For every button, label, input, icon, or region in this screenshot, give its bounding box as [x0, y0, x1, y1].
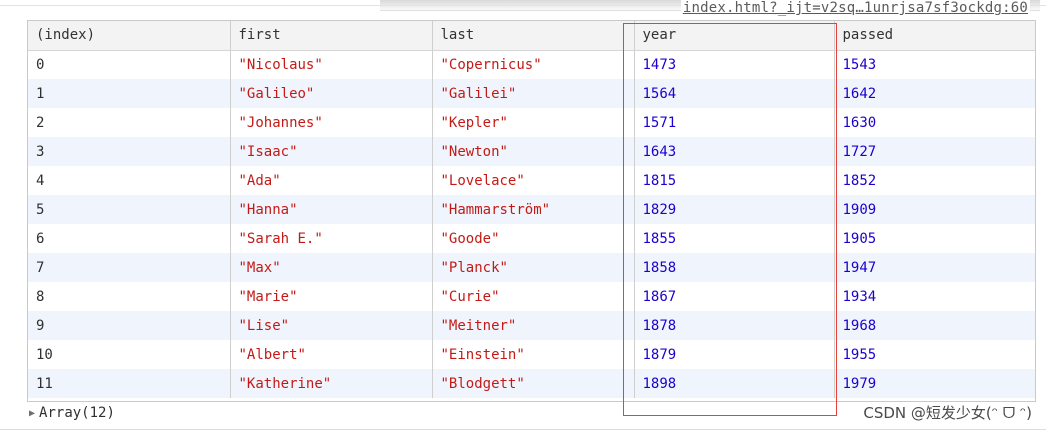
csdn-watermark: CSDN @短发少女(ᵔ ᗜ ᵔ)	[863, 404, 1032, 422]
cell-index: 8	[36, 288, 45, 305]
cell-first: "Johannes"	[229, 108, 432, 137]
table-row: 9 "Lise" "Meitner" 1878 1968	[28, 311, 1035, 340]
cell-passed: 1909	[833, 195, 1035, 224]
cell-index: 6	[36, 230, 45, 247]
cell-year: 1858	[633, 253, 834, 282]
cell-first: "Max"	[229, 253, 432, 282]
table-row: 5 "Hanna" "Hammarström" 1829 1909	[28, 195, 1035, 224]
cell-last: "Hammarström"	[431, 195, 634, 224]
cell-index: 11	[28, 369, 230, 398]
cell-index: 0	[36, 56, 45, 73]
cell-passed: 1543	[833, 50, 1035, 79]
table-row: 0 "Nicolaus" "Copernicus" 1473 1543	[28, 50, 1035, 79]
cell-first: "Marie"	[229, 282, 432, 311]
cell-last: "Lovelace"	[431, 166, 634, 195]
cell-last: "Blodgett"	[431, 369, 634, 398]
cell-passed: 1727	[833, 137, 1035, 166]
cell-last: "Curie"	[431, 282, 634, 311]
table-row: 7 "Max" "Planck" 1858 1947	[28, 253, 1035, 282]
column-header-first[interactable]: first	[229, 21, 432, 51]
cell-year: 1815	[633, 166, 834, 195]
cell-last: "Einstein"	[431, 340, 634, 369]
cell-passed: 1905	[833, 224, 1035, 253]
cell-passed: 1968	[833, 311, 1035, 340]
cell-index: 3	[28, 137, 230, 166]
table-header-row: (index) first last year passed	[28, 21, 1035, 51]
source-location-link[interactable]: index.html?_ijt=v2sq…1unrjsa7sf3ockdg:60	[680, 0, 1030, 16]
cell-first: "Isaac"	[229, 137, 432, 166]
cell-last: "Copernicus"	[431, 50, 634, 79]
cell-index: 9	[28, 311, 230, 340]
table-row: 6 "Sarah E." "Goode" 1855 1905	[28, 224, 1035, 253]
cell-last: "Galilei"	[431, 79, 634, 108]
column-header-year[interactable]: year	[633, 21, 834, 51]
cell-year: 1867	[633, 282, 834, 311]
cell-index: 2	[36, 114, 45, 131]
table-row: 1 "Galileo" "Galilei" 1564 1642	[28, 79, 1035, 108]
array-summary-toggle[interactable]: ▶ Array(12)	[29, 405, 115, 421]
cell-first: "Albert"	[229, 340, 432, 369]
cell-passed: 1947	[833, 253, 1035, 282]
cell-first: "Galileo"	[229, 79, 432, 108]
cell-year: 1564	[633, 79, 834, 108]
table-row: 8 "Marie" "Curie" 1867 1934	[28, 282, 1035, 311]
cell-year: 1879	[633, 340, 834, 369]
column-header-last[interactable]: last	[431, 21, 634, 51]
table-row: 2 "Johannes" "Kepler" 1571 1630	[28, 108, 1035, 137]
cell-year: 1855	[633, 224, 834, 253]
cell-year: 1898	[633, 369, 834, 398]
cell-passed: 1630	[833, 108, 1035, 137]
cell-index: 10	[36, 346, 53, 363]
cell-year: 1829	[633, 195, 834, 224]
console-bottom-divider	[0, 429, 1046, 430]
column-header-passed[interactable]: passed	[833, 21, 1035, 51]
cell-last: "Kepler"	[431, 108, 634, 137]
cell-last: "Goode"	[431, 224, 634, 253]
cell-index: 7	[28, 253, 230, 282]
table-row: 10 "Albert" "Einstein" 1879 1955	[28, 340, 1035, 369]
cell-last: "Newton"	[431, 137, 634, 166]
cell-passed: 1934	[833, 282, 1035, 311]
table-row: 11 "Katherine" "Blodgett" 1898 1979	[28, 369, 1035, 398]
cell-first: "Hanna"	[229, 195, 432, 224]
cell-year: 1571	[633, 108, 834, 137]
table-row: 3 "Isaac" "Newton" 1643 1727	[28, 137, 1035, 166]
console-table-grid: (index) first last year passed 0 "Nicolau…	[28, 21, 1035, 398]
cell-passed: 1979	[833, 369, 1035, 398]
cell-passed: 1955	[833, 340, 1035, 369]
cell-year: 1473	[633, 50, 834, 79]
cell-first: "Nicolaus"	[229, 50, 432, 79]
cell-passed: 1852	[833, 166, 1035, 195]
table-row: 4 "Ada" "Lovelace" 1815 1852	[28, 166, 1035, 195]
cell-first: "Sarah E."	[229, 224, 432, 253]
column-header-index[interactable]: (index)	[28, 21, 230, 51]
cell-passed: 1642	[833, 79, 1035, 108]
cell-index: 5	[28, 195, 230, 224]
cell-index: 4	[36, 172, 45, 189]
cell-first: "Katherine"	[229, 369, 432, 398]
cell-first: "Ada"	[229, 166, 432, 195]
cell-index: 1	[28, 79, 230, 108]
cell-last: "Planck"	[431, 253, 634, 282]
cell-year: 1878	[633, 311, 834, 340]
console-table: (index) first last year passed 0 "Nicolau…	[27, 20, 1036, 402]
array-summary-label: Array(12)	[39, 405, 115, 421]
expand-triangle-icon: ▶	[29, 408, 36, 419]
cell-last: "Meitner"	[431, 311, 634, 340]
cell-first: "Lise"	[229, 311, 432, 340]
cell-year: 1643	[633, 137, 834, 166]
